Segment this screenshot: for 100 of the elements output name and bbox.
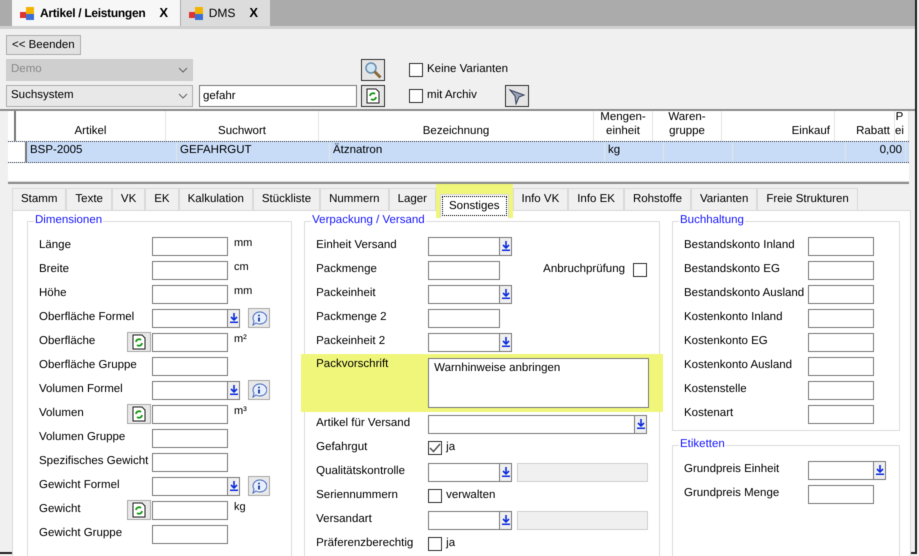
- field-label: Artikel für Versand: [316, 417, 412, 431]
- combo-field[interactable]: [152, 308, 240, 328]
- tab[interactable]: Kalkulation: [178, 188, 253, 210]
- input-field[interactable]: [152, 404, 228, 424]
- combo-field[interactable]: [428, 332, 512, 352]
- dropdown-button[interactable]: [499, 464, 512, 480]
- input-field[interactable]: [152, 356, 228, 376]
- input-field[interactable]: [808, 404, 874, 424]
- tab[interactable]: Nummern: [320, 188, 389, 210]
- document-tab[interactable]: DMS X: [180, 0, 270, 26]
- field-label: Volumen: [39, 407, 85, 421]
- dropdown-button[interactable]: [227, 310, 239, 326]
- tab[interactable]: Sonstiges: [440, 194, 509, 218]
- download-arrow-icon: [636, 419, 645, 429]
- tab[interactable]: Texte: [66, 188, 112, 210]
- dropdown-button[interactable]: [499, 238, 512, 254]
- tab[interactable]: VK: [112, 188, 146, 210]
- search-field[interactable]: gefahr: [199, 85, 357, 107]
- text-area[interactable]: Warnhinweise anbringen: [428, 358, 650, 408]
- checkbox[interactable]: [409, 63, 423, 77]
- dropdown-button[interactable]: [499, 334, 512, 350]
- info-button[interactable]: [248, 308, 270, 328]
- tab[interactable]: Info VK: [512, 188, 568, 210]
- search-button[interactable]: [361, 59, 385, 81]
- tab[interactable]: EK: [145, 188, 179, 210]
- combo-field[interactable]: [428, 510, 512, 530]
- refresh-icon: [132, 334, 146, 350]
- checkbox[interactable]: [633, 263, 647, 277]
- refresh-button[interactable]: [361, 85, 385, 107]
- group-title: Verpackung / Versand: [311, 214, 426, 228]
- tab[interactable]: Rohstoffe: [624, 188, 691, 210]
- table-cell: 0,00: [846, 142, 906, 162]
- table-row[interactable]: BSP-2005 GEFAHRGUT Ätznatron kg 0,00: [8, 141, 909, 163]
- field-label: Kostenkonto Inland: [684, 311, 784, 325]
- input-field[interactable]: [808, 380, 874, 400]
- input-field[interactable]: [808, 308, 874, 328]
- input-field[interactable]: [152, 260, 228, 280]
- field-label: Kostenstelle: [684, 383, 748, 397]
- document-tab[interactable]: Artikel / Leistungen X: [12, 0, 180, 26]
- tab[interactable]: Varianten: [690, 188, 758, 210]
- input-field[interactable]: [808, 284, 874, 304]
- checkbox-label: ja: [446, 537, 456, 551]
- input-field[interactable]: [428, 308, 500, 328]
- combo-field[interactable]: [428, 236, 512, 256]
- input-field[interactable]: [808, 332, 874, 352]
- tab[interactable]: Lager: [388, 188, 436, 210]
- exit-button[interactable]: << Beenden: [6, 35, 81, 55]
- input-field[interactable]: [152, 284, 228, 304]
- dropdown-button[interactable]: [227, 382, 239, 398]
- input-field[interactable]: [152, 524, 228, 544]
- info-button[interactable]: [248, 476, 270, 496]
- field-label: Qualitätskontrolle: [316, 465, 406, 479]
- checkbox[interactable]: [428, 441, 442, 455]
- field-label: Grundpreis Einheit: [684, 463, 780, 477]
- info-button[interactable]: [248, 380, 270, 400]
- input-field[interactable]: [808, 484, 874, 504]
- download-arrow-icon: [502, 241, 510, 251]
- input-field[interactable]: [152, 332, 228, 352]
- dropdown[interactable]: Suchsystem: [6, 85, 193, 107]
- calculate-button[interactable]: [127, 500, 151, 520]
- dropdown-value: Suchsystem: [11, 89, 74, 103]
- combo-field[interactable]: [428, 284, 512, 304]
- table-cell: GEFAHRGUT: [177, 142, 330, 162]
- close-button[interactable]: X: [249, 5, 258, 21]
- input-field[interactable]: [428, 260, 500, 280]
- dropdown-button[interactable]: [499, 286, 512, 302]
- field-label: Anbruchprüfung: [543, 263, 625, 277]
- calculate-button[interactable]: [127, 332, 151, 352]
- input-field[interactable]: [808, 236, 874, 256]
- calculate-button[interactable]: [127, 404, 151, 424]
- checkbox[interactable]: [428, 537, 442, 551]
- download-arrow-icon: [502, 515, 510, 525]
- input-field[interactable]: [152, 428, 228, 448]
- unit-label: m³: [234, 405, 247, 418]
- field-label: Volumen Gruppe: [39, 431, 126, 445]
- tab[interactable]: Freie Strukturen: [757, 188, 858, 210]
- field-label: Spezifisches Gewicht: [39, 455, 150, 469]
- dropdown-button[interactable]: [634, 416, 646, 432]
- dropdown-button[interactable]: [227, 478, 239, 494]
- input-field[interactable]: [808, 260, 874, 280]
- combo-field[interactable]: [428, 414, 648, 434]
- input-field[interactable]: [152, 500, 228, 520]
- tab[interactable]: Info EK: [568, 188, 624, 210]
- tab[interactable]: Stamm: [12, 188, 66, 210]
- filter-button[interactable]: [504, 85, 529, 107]
- dropdown-button[interactable]: [873, 462, 885, 478]
- combo-field[interactable]: [808, 460, 886, 480]
- checkbox[interactable]: [409, 89, 423, 103]
- checkbox[interactable]: [428, 489, 442, 503]
- download-arrow-icon: [230, 481, 238, 491]
- combo-field[interactable]: [152, 476, 240, 496]
- combo-field[interactable]: [428, 462, 512, 482]
- dropdown-button[interactable]: [499, 512, 512, 528]
- combo-field[interactable]: [152, 380, 240, 400]
- input-field[interactable]: [152, 236, 228, 256]
- input-field[interactable]: [152, 452, 228, 472]
- download-arrow-icon: [502, 337, 510, 347]
- close-button[interactable]: X: [159, 5, 168, 21]
- tab[interactable]: Stückliste: [252, 188, 320, 210]
- input-field[interactable]: [808, 356, 874, 376]
